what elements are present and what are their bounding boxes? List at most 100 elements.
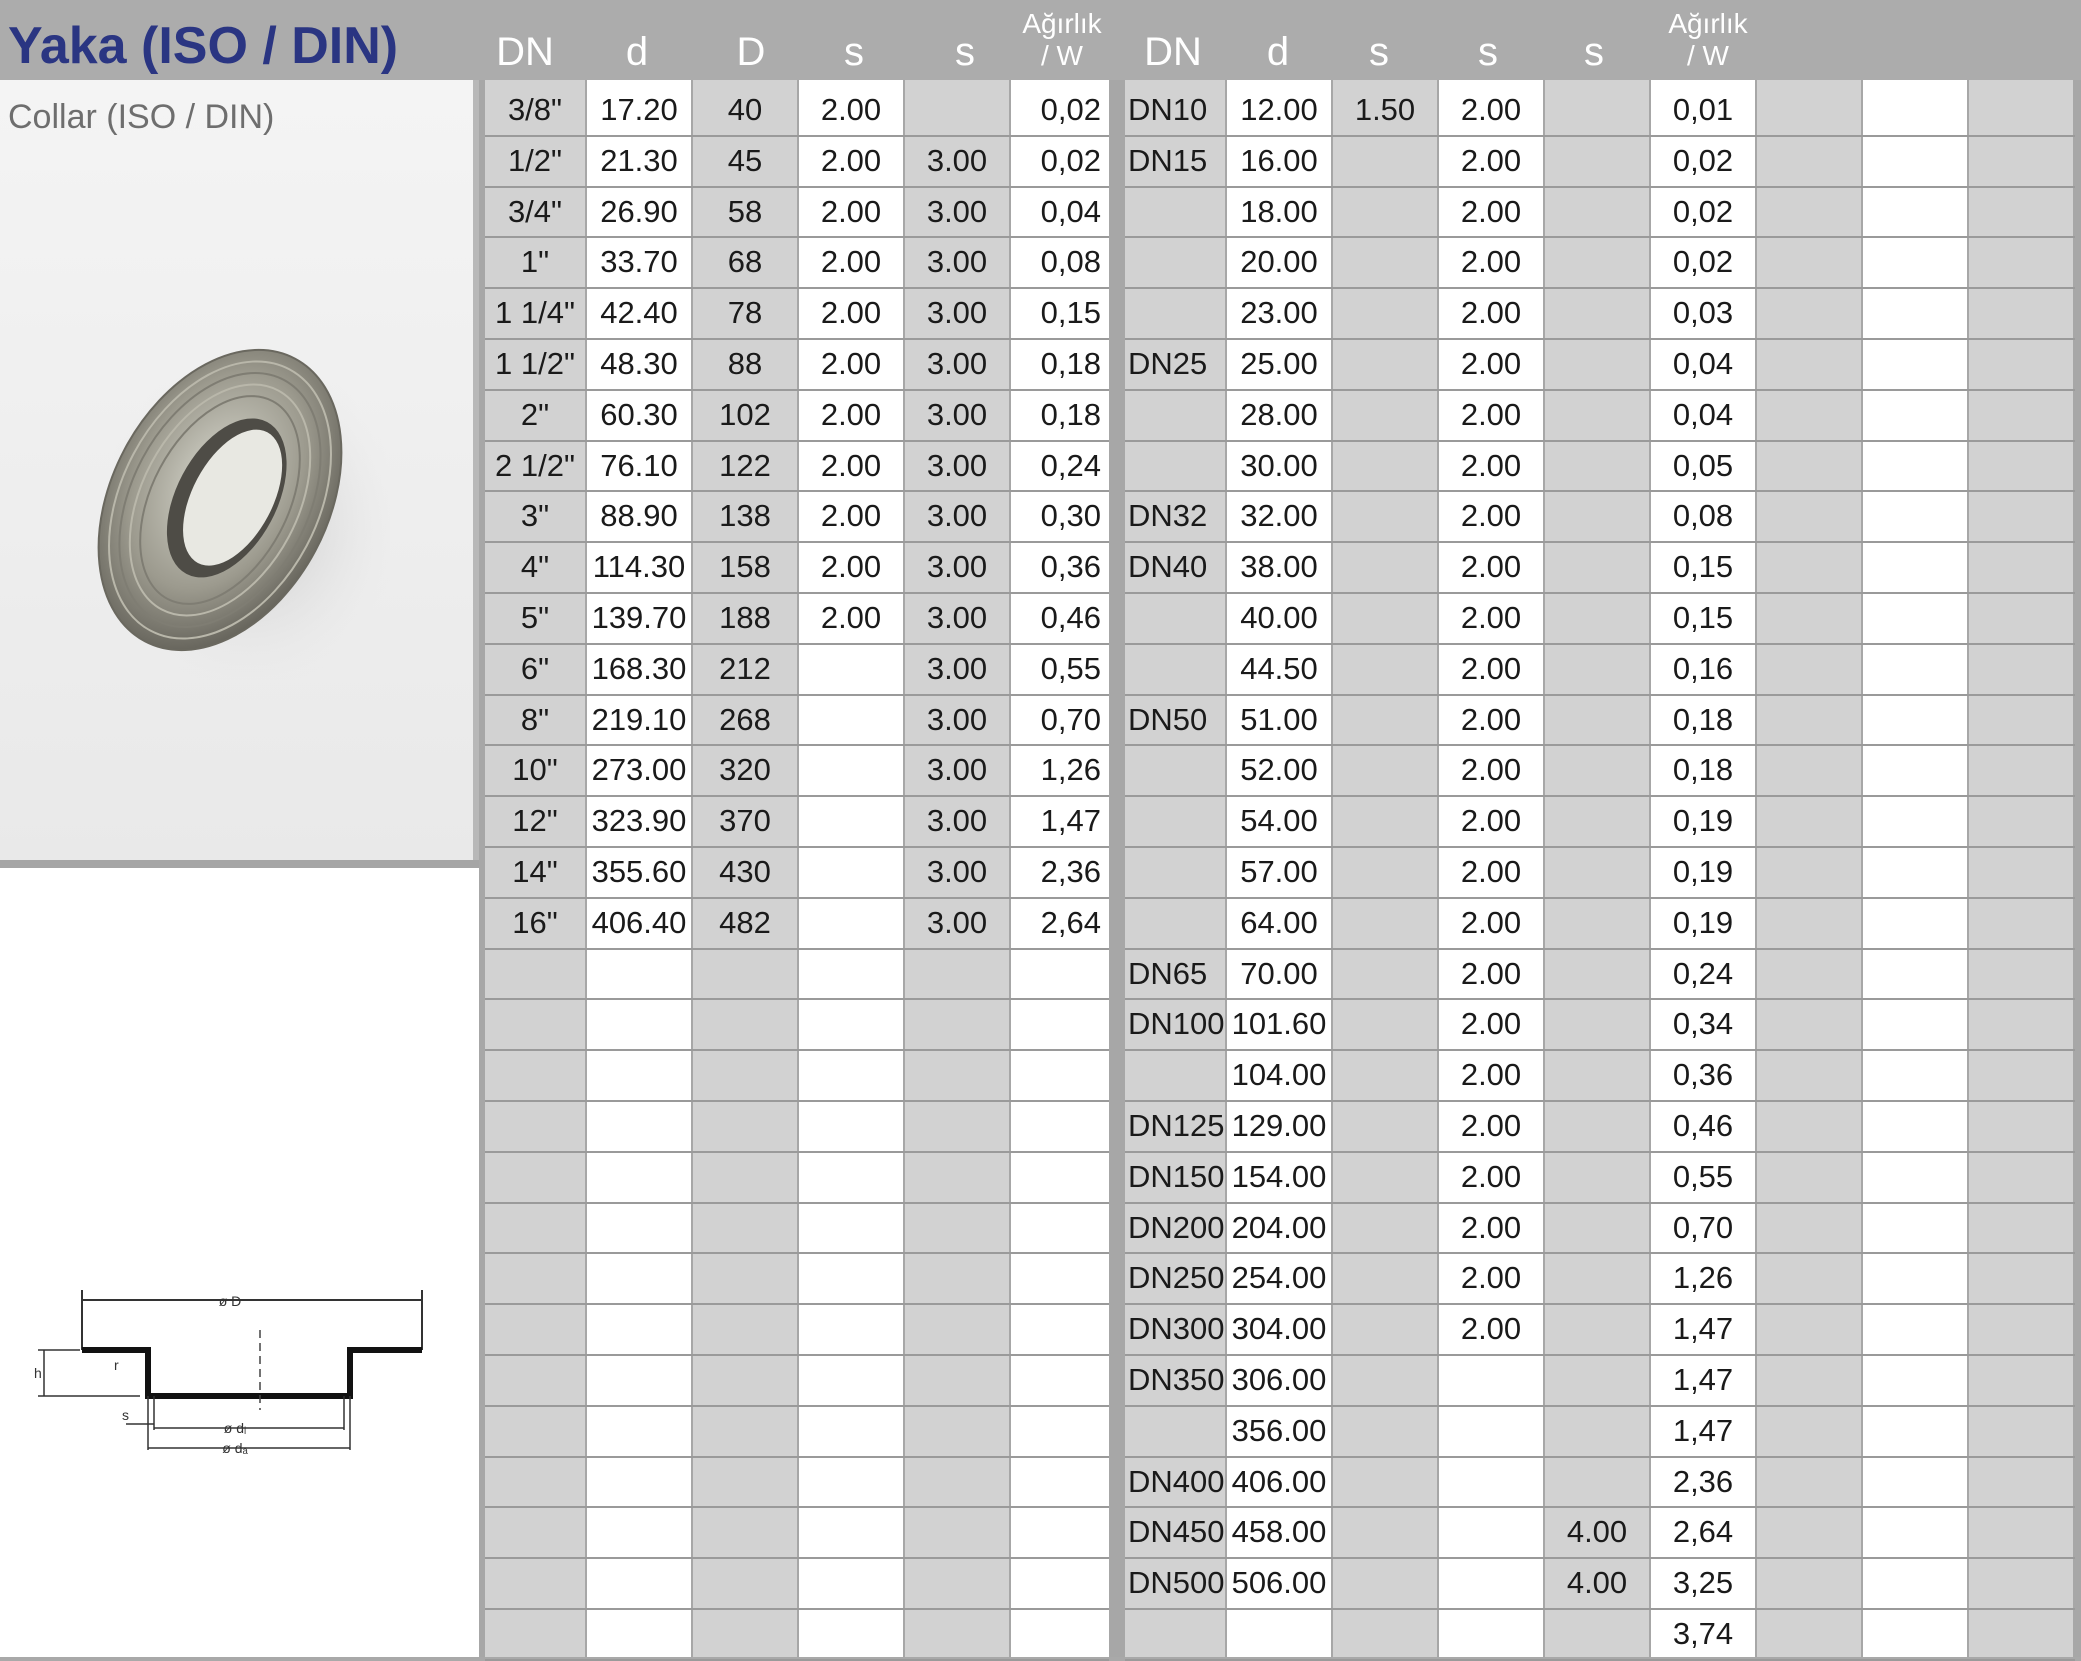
- din-weight-cell: 0,46: [1672, 1108, 1734, 1143]
- iso-s1-cell: 2.00: [820, 498, 882, 533]
- empty-column-1: [1863, 80, 1967, 1657]
- din-s2-cell: 2.00: [1460, 346, 1522, 381]
- iso-weight-cell: 0,24: [1040, 448, 1101, 483]
- din-weight-cell: 0,34: [1672, 1006, 1734, 1041]
- iso-s1-cell: 2.00: [820, 295, 882, 330]
- iso-s2-cell: 3.00: [926, 498, 988, 533]
- din-row-divider: [1125, 338, 2075, 340]
- din-s2-cell: 2.00: [1460, 1108, 1522, 1143]
- iso-outer-d-cell: 158: [719, 549, 771, 584]
- din-d-cell: 23.00: [1240, 295, 1318, 330]
- iso-row-divider: [485, 1303, 1109, 1305]
- iso-row-divider: [485, 135, 1109, 137]
- iso-d-cell: 273.00: [591, 752, 687, 787]
- din-row-divider: [1125, 389, 2075, 391]
- iso-dn-cell: 10": [512, 752, 558, 787]
- iso-outer-d-cell: 68: [727, 244, 763, 279]
- iso-d-cell: 26.90: [600, 194, 678, 229]
- iso-row-divider: [485, 1202, 1109, 1204]
- iso-s2-cell: 3.00: [926, 905, 988, 940]
- din-s1-cell: 1.50: [1354, 92, 1416, 127]
- din-row-divider: [1125, 897, 2075, 899]
- dimension-table: 3/8" 17.20 40 2.00 0,02 1/2" 21.30 45 2.00 3.00 0,…: [479, 80, 2081, 1661]
- din-row-divider: [1125, 490, 2075, 492]
- din-row-divider: [1125, 948, 2075, 950]
- din-weight-cell: 0,19: [1672, 905, 1734, 940]
- iso-s2-cell: 3.00: [926, 854, 988, 889]
- iso-d-cell: 60.30: [600, 397, 678, 432]
- din-header-d: d: [1266, 30, 1290, 74]
- din-weight-label: Ağırlık: [1668, 8, 1748, 39]
- din-s2-cell: 2.00: [1460, 244, 1522, 279]
- iso-weight-cell: 0,15: [1040, 295, 1101, 330]
- din-s2-cell: 2.00: [1460, 905, 1522, 940]
- iso-dn-cell: 3/4": [507, 194, 563, 229]
- iso-dn-cell: 1 1/2": [495, 346, 575, 381]
- iso-dn-cell: 5": [520, 600, 550, 635]
- din-row-divider: [1125, 135, 2075, 137]
- iso-outer-d-cell: 78: [727, 295, 763, 330]
- iso-d-cell: 114.30: [592, 549, 686, 584]
- iso-s1-cell: 2.00: [820, 397, 882, 432]
- din-row-divider: [1125, 1049, 2075, 1051]
- din-s2-cell: 2.00: [1460, 448, 1522, 483]
- din-dn-cell: DN50: [1128, 702, 1208, 737]
- din-weight-cell: 0,02: [1672, 194, 1734, 229]
- iso-row-divider: [485, 1354, 1109, 1356]
- iso-row-divider: [485, 490, 1109, 492]
- din-weight-cell: 2,36: [1672, 1464, 1734, 1499]
- din-dn-cell: DN65: [1128, 956, 1208, 991]
- iso-d-cell: 219.10: [591, 702, 687, 737]
- din-weight-cell: 0,19: [1672, 803, 1734, 838]
- din-dn-cell: DN25: [1128, 346, 1208, 381]
- din-header-dn: DN: [1144, 30, 1202, 74]
- iso-weight-cell: 1,26: [1040, 752, 1101, 787]
- din-s2-cell: 2.00: [1460, 854, 1522, 889]
- iso-weight-unit: / W: [1041, 40, 1083, 71]
- din-dn-cell: DN150: [1128, 1159, 1225, 1194]
- din-row-divider: [1125, 236, 2075, 238]
- iso-row-divider: [485, 795, 1109, 797]
- din-weight-cell: 0,24: [1672, 956, 1734, 991]
- din-weight-cell: 0,08: [1672, 498, 1734, 533]
- iso-weight-cell: 0,36: [1040, 549, 1101, 584]
- din-weight-cell: 0,18: [1672, 702, 1734, 737]
- iso-weight-cell: 0,18: [1040, 346, 1101, 381]
- iso-row-divider: [485, 744, 1109, 746]
- iso-row-divider: [485, 541, 1109, 543]
- din-d-cell: 38.00: [1240, 549, 1318, 584]
- iso-s2-cell: 3.00: [926, 803, 988, 838]
- din-s2-cell: 2.00: [1460, 1006, 1522, 1041]
- iso-s2-cell: 3.00: [926, 752, 988, 787]
- din-row-divider: [1125, 1354, 2075, 1356]
- iso-weight-cell: 0,02: [1040, 92, 1101, 127]
- empty-column-2: [1969, 80, 2073, 1657]
- din-d-cell: 28.00: [1240, 397, 1318, 432]
- din-weight-cell: 0,04: [1672, 346, 1734, 381]
- iso-d-cell: 168.30: [591, 651, 687, 686]
- din-weight-cell: 0,02: [1672, 244, 1734, 279]
- din-dn-cell: DN10: [1128, 92, 1208, 127]
- din-d-cell: 129.00: [1231, 1108, 1327, 1143]
- din-row-divider: [1125, 1506, 2075, 1508]
- din-d-cell: 506.00: [1231, 1565, 1327, 1600]
- din-d-cell: 306.00: [1231, 1362, 1327, 1397]
- iso-row-divider: [485, 338, 1109, 340]
- din-d-cell: 54.00: [1240, 803, 1318, 838]
- din-row-divider: [1125, 846, 2075, 848]
- iso-dn-cell: 16": [512, 905, 558, 940]
- iso-row-divider: [485, 694, 1109, 696]
- collar-photo: [97, 348, 390, 680]
- din-weight-cell: 1,47: [1672, 1413, 1734, 1448]
- din-s2-cell: 2.00: [1460, 1260, 1522, 1295]
- din-d-cell: 304.00: [1231, 1311, 1327, 1346]
- iso-header-d: d: [625, 30, 649, 74]
- din-d-cell: 12.00: [1240, 92, 1318, 127]
- din-s2-cell: 2.00: [1460, 803, 1522, 838]
- din-d-cell: 32.00: [1240, 498, 1318, 533]
- din-d-cell: 40.00: [1240, 600, 1318, 635]
- iso-row-divider: [485, 287, 1109, 289]
- din-s2-cell: 2.00: [1460, 498, 1522, 533]
- iso-header-dn: DN: [496, 30, 554, 74]
- din-d-cell: 406.00: [1231, 1464, 1327, 1499]
